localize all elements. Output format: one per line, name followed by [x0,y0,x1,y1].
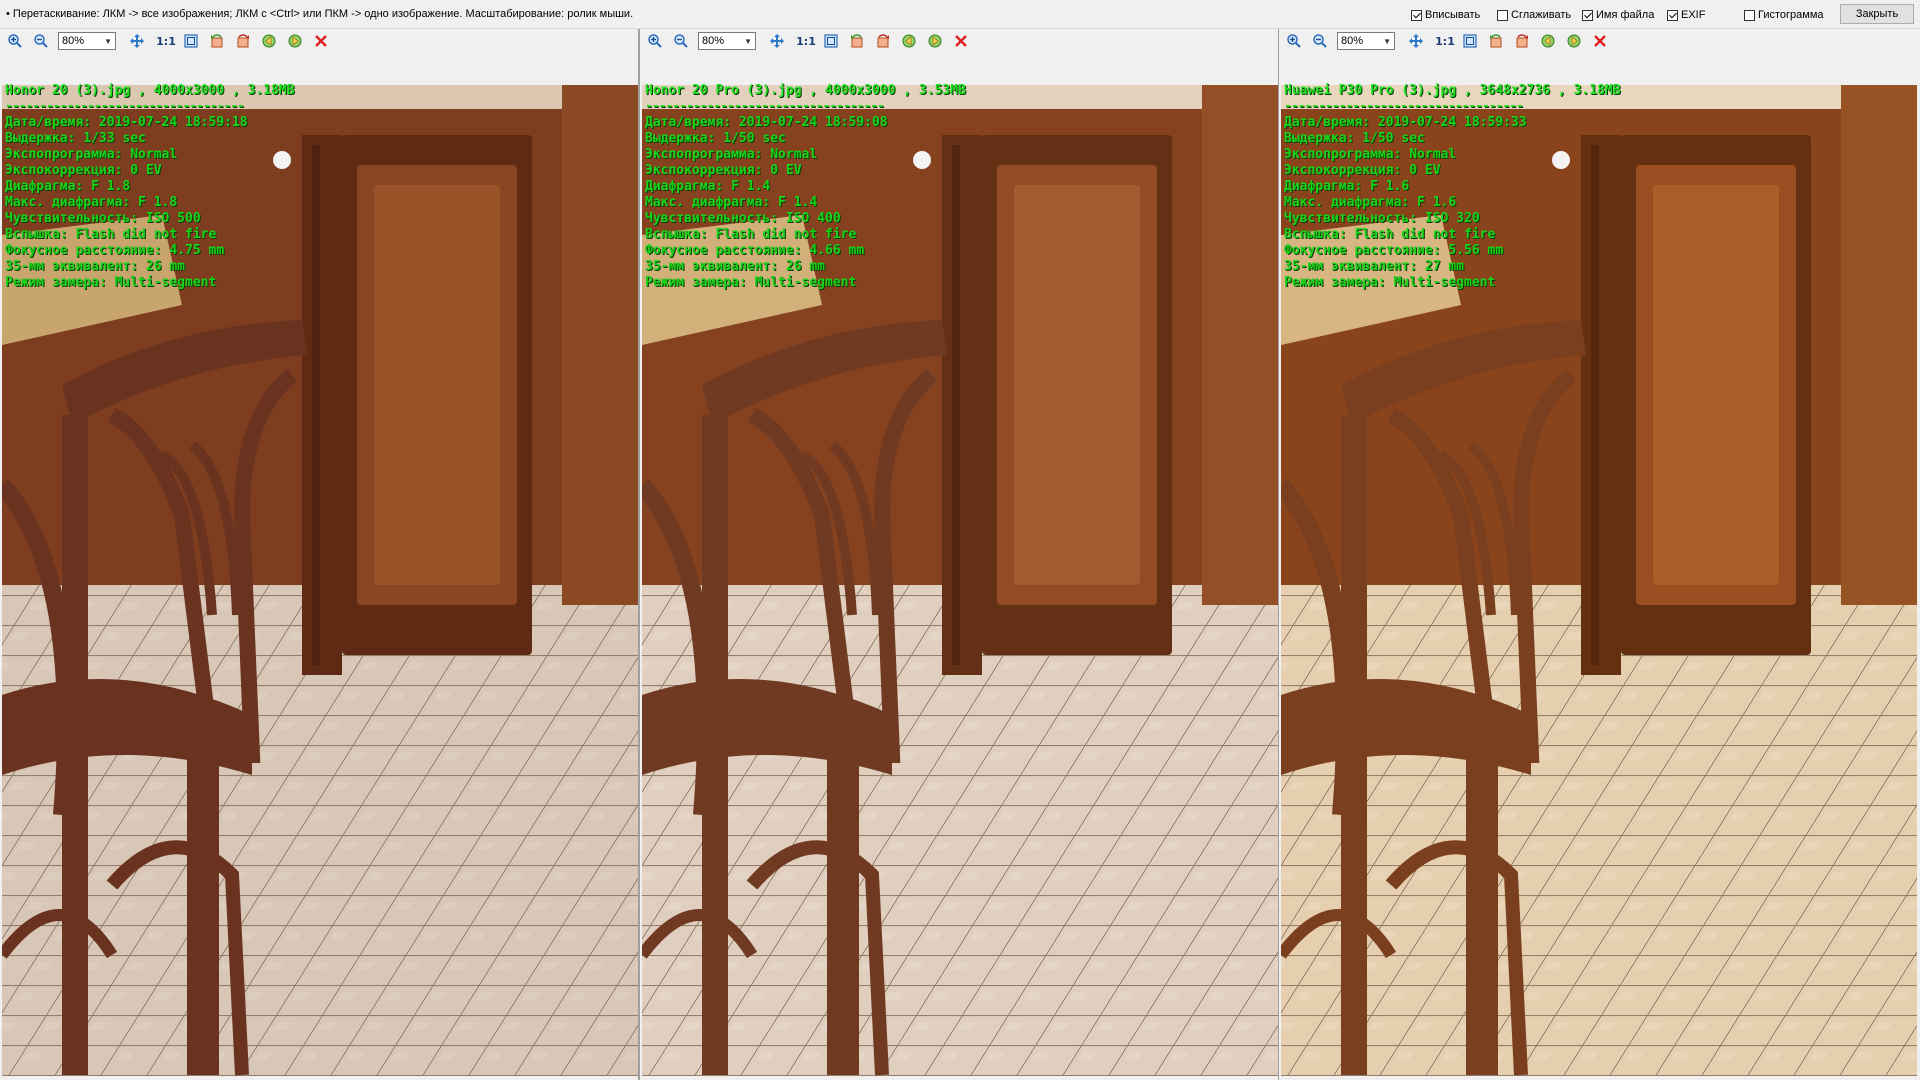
actual-size-button[interactable]: 1:1 [796,35,816,48]
exif-checkbox[interactable] [1667,9,1678,21]
fullscreen-icon[interactable] [180,30,202,52]
zoom-select[interactable]: 80% ▼ [1337,32,1395,50]
filename-checkbox[interactable] [1582,9,1593,21]
zoom-value: 80% [62,35,85,47]
option-histogram[interactable]: Гистограмма [1744,8,1824,22]
option-smooth[interactable]: Сглаживать [1497,8,1571,22]
fit-icon[interactable] [126,30,148,52]
rotate-left-icon[interactable] [206,30,228,52]
filename-label: Имя файла [1596,9,1655,21]
option-fit[interactable]: Вписывать [1411,8,1480,22]
smooth-checkbox[interactable] [1497,9,1508,21]
photo-image [642,85,1278,1076]
rotate-right-icon[interactable] [232,30,254,52]
actual-size-button[interactable]: 1:1 [156,35,176,48]
actual-size-button[interactable]: 1:1 [1435,35,1455,48]
top-options-bar: • Перетаскивание: ЛКМ -> все изображения… [0,0,1920,29]
zoom-in-icon[interactable] [644,30,666,52]
fit-icon[interactable] [1405,30,1427,52]
prev-image-icon[interactable] [898,30,920,52]
chevron-down-icon: ▼ [1383,36,1391,46]
chevron-down-icon: ▼ [104,36,112,46]
fullscreen-icon[interactable] [1459,30,1481,52]
smooth-label: Сглаживать [1511,9,1572,21]
zoom-select[interactable]: 80% ▼ [58,32,116,50]
zoom-out-icon[interactable] [30,30,52,52]
close-button[interactable]: Закрыть [1840,4,1914,24]
pane-toolbar: 80% ▼ 1:1 [0,29,638,53]
photo-image [2,85,638,1076]
prev-image-icon[interactable] [258,30,280,52]
option-filename[interactable]: Имя файла [1582,8,1654,22]
option-exif[interactable]: EXIF [1667,8,1705,22]
pane-toolbar: 80% ▼ 1:1 [1279,29,1917,53]
next-image-icon[interactable] [924,30,946,52]
zoom-in-icon[interactable] [1283,30,1305,52]
fit-icon[interactable] [766,30,788,52]
rotate-left-icon[interactable] [1485,30,1507,52]
histogram-label: Гистограмма [1758,9,1824,21]
image-pane-1[interactable]: 80% ▼ 1:1 Honor 20 (3).jpg , 4000x3000 ,… [0,29,638,1080]
zoom-value: 80% [1341,35,1364,47]
fit-checkbox[interactable] [1411,9,1422,21]
zoom-in-icon[interactable] [4,30,26,52]
next-image-icon[interactable] [1563,30,1585,52]
zoom-select[interactable]: 80% ▼ [698,32,756,50]
photo-canvas[interactable]: Honor 20 (3).jpg , 4000x3000 , 3.18MB ---… [2,55,638,1076]
rotate-right-icon[interactable] [1511,30,1533,52]
exif-label: EXIF [1681,9,1706,21]
pane-toolbar: 80% ▼ 1:1 [640,29,1278,53]
photo-canvas[interactable]: Huawei P30 Pro (3).jpg , 3648x2736 , 3.1… [1281,55,1917,1076]
histogram-checkbox[interactable] [1744,9,1755,21]
zoom-out-icon[interactable] [670,30,692,52]
photo-canvas[interactable]: Honor 20 Pro (3).jpg , 4000x3000 , 3.53M… [642,55,1278,1076]
image-pane-3[interactable]: 80% ▼ 1:1 Huawei P30 Pro (3).jpg , 3648x… [1279,29,1917,1080]
zoom-value: 80% [702,35,725,47]
close-pane-icon[interactable] [310,30,332,52]
usage-hint: • Перетаскивание: ЛКМ -> все изображения… [6,8,634,20]
prev-image-icon[interactable] [1537,30,1559,52]
fit-label: Вписывать [1425,9,1481,21]
photo-image [1281,85,1917,1076]
close-pane-icon[interactable] [1589,30,1611,52]
rotate-left-icon[interactable] [846,30,868,52]
fullscreen-icon[interactable] [820,30,842,52]
close-pane-icon[interactable] [950,30,972,52]
zoom-out-icon[interactable] [1309,30,1331,52]
rotate-right-icon[interactable] [872,30,894,52]
image-pane-2[interactable]: 80% ▼ 1:1 Honor 20 Pro (3).jpg , 4000x30… [640,29,1278,1080]
chevron-down-icon: ▼ [744,36,752,46]
next-image-icon[interactable] [284,30,306,52]
